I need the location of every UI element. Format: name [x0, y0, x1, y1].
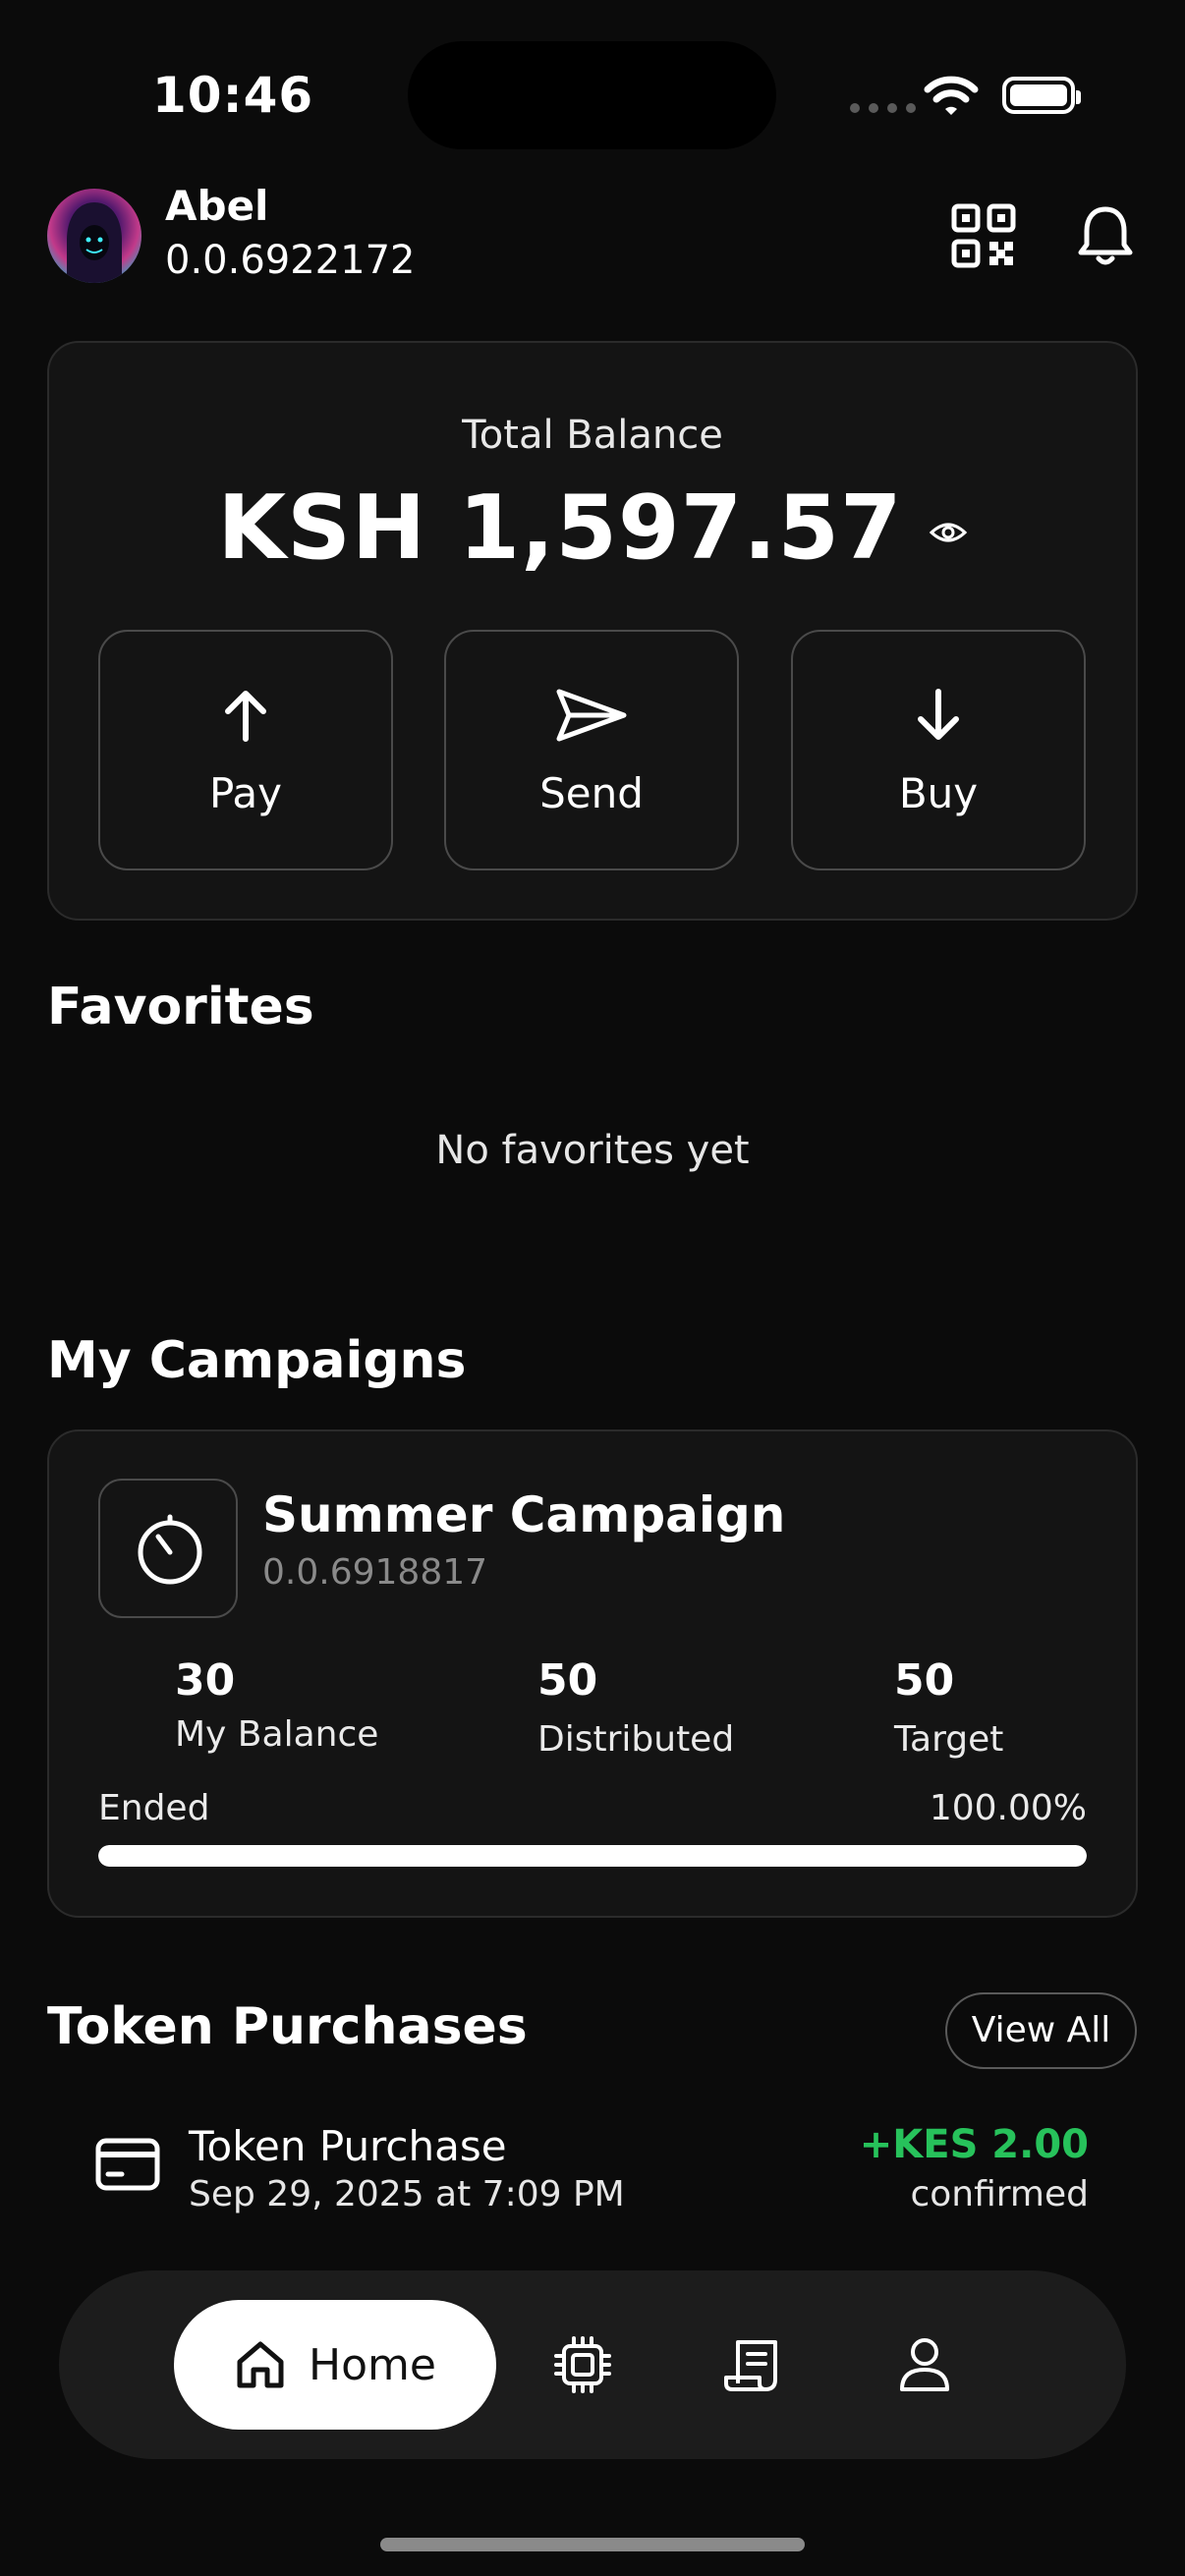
- transaction-title[interactable]: Token Purchase: [189, 2122, 507, 2170]
- campaign-status: Ended: [98, 1788, 210, 1828]
- transaction-date: Sep 29, 2025 at 7:09 PM: [189, 2174, 625, 2214]
- home-indicator: [380, 2538, 805, 2551]
- view-all-button[interactable]: View All: [945, 1992, 1137, 2069]
- chip-icon[interactable]: [550, 2332, 615, 2397]
- account-id: 0.0.6922172: [165, 238, 416, 283]
- dynamic-island: [408, 41, 776, 149]
- campaign-progress-text: 100.00%: [929, 1788, 1087, 1828]
- status-time: 10:46: [152, 67, 314, 124]
- credit-card-icon: [95, 2138, 160, 2191]
- battery-icon: [1002, 77, 1081, 114]
- balance-amount: KSH 1,597.57: [217, 476, 903, 580]
- stat-distributed-label: Distributed: [537, 1719, 735, 1760]
- avatar[interactable]: [47, 189, 141, 283]
- token-purchases-title: Token Purchases: [47, 1997, 528, 2056]
- transaction-amount: +KES 2.00: [859, 2122, 1089, 2167]
- favorites-empty-text: No favorites yet: [435, 1128, 750, 1173]
- timer-icon: [138, 1514, 202, 1585]
- buy-label: Buy: [898, 769, 979, 817]
- stat-target-label: Target: [894, 1719, 1004, 1760]
- pay-label: Pay: [208, 769, 283, 817]
- campaigns-title: My Campaigns: [47, 1331, 467, 1390]
- send-icon: [556, 689, 627, 742]
- wifi-icon: [924, 76, 979, 115]
- send-label: Send: [539, 769, 644, 817]
- eye-icon[interactable]: [929, 513, 968, 552]
- home-icon: [237, 2341, 284, 2388]
- favorites-title: Favorites: [47, 978, 314, 1036]
- balance-label: Total Balance: [462, 413, 723, 458]
- stat-distributed-value: 50: [537, 1655, 598, 1706]
- stat-target-value: 50: [894, 1655, 955, 1706]
- arrow-up-icon: [225, 691, 266, 742]
- arrow-down-icon: [918, 689, 959, 740]
- nav-home[interactable]: Home: [174, 2300, 496, 2430]
- campaign-name: Summer Campaign: [262, 1486, 786, 1543]
- qr-code-icon[interactable]: [951, 203, 1016, 268]
- campaign-icon-box: [98, 1479, 238, 1618]
- cellular-signal-icon: [850, 103, 916, 113]
- send-button[interactable]: Send: [444, 630, 739, 870]
- stat-my-balance-label: My Balance: [175, 1714, 379, 1755]
- notification-bell-icon[interactable]: [1071, 201, 1140, 270]
- transaction-status: confirmed: [910, 2174, 1089, 2214]
- campaign-progress-fill: [98, 1845, 1087, 1867]
- campaign-id: 0.0.6918817: [262, 1552, 488, 1593]
- campaign-progress-bar: [98, 1845, 1087, 1867]
- stat-my-balance-value: 30: [175, 1655, 236, 1706]
- receipt-icon[interactable]: [720, 2332, 785, 2397]
- user-icon[interactable]: [892, 2332, 957, 2397]
- buy-button[interactable]: Buy: [791, 630, 1086, 870]
- nav-home-label: Home: [309, 2339, 436, 2390]
- balance-row: KSH 1,597.57: [0, 476, 1185, 580]
- pay-button[interactable]: Pay: [98, 630, 393, 870]
- user-name: Abel: [165, 182, 269, 230]
